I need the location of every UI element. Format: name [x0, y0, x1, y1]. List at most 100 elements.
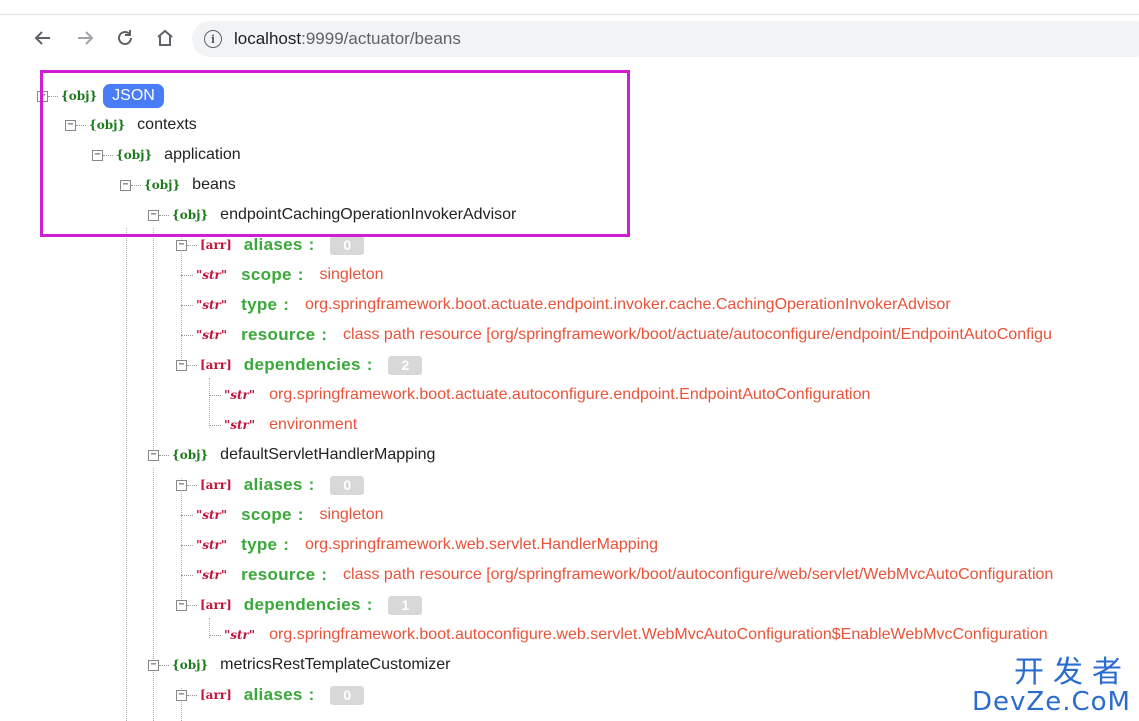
tree-connector — [48, 95, 58, 97]
colon: : — [366, 355, 373, 374]
value-scope: singleton — [319, 506, 384, 523]
type-tag-str: "str" — [224, 628, 256, 642]
collapse-toggle[interactable]: − — [176, 479, 187, 491]
tree-connector — [187, 364, 197, 366]
collapse-toggle[interactable]: − — [92, 149, 103, 161]
tree-row-scope: "str" scope: singleton — [181, 260, 383, 290]
collapse-toggle[interactable]: − — [65, 119, 76, 131]
array-count-badge: 0 — [330, 685, 365, 705]
tree-row-aliases: − [arr] aliases: 0 — [176, 680, 365, 710]
colon: : — [297, 265, 304, 284]
collapse-toggle[interactable]: − — [176, 689, 187, 701]
tree-connector — [181, 574, 193, 576]
tree-guide-line — [153, 468, 154, 721]
back-button[interactable] — [30, 25, 56, 51]
tree-row-aliases: − [arr] aliases: 0 — [176, 230, 365, 260]
tree-row-dependency: "str" org.springframework.boot.actuate.a… — [209, 380, 870, 410]
url-path: /actuator/beans — [343, 29, 461, 48]
tree-row-dependencies: − [arr] dependencies: 1 — [176, 590, 423, 620]
watermark-logo: 开发者 DevZe.CoM — [972, 655, 1131, 717]
address-bar[interactable]: i localhost:9999/actuator/beans — [192, 21, 1139, 57]
tree-row-aliases: − [arr] aliases: 0 — [176, 470, 365, 500]
type-tag-obj: {obj} — [61, 89, 98, 103]
array-count-badge: 1 — [388, 595, 423, 615]
value-type: org.springframework.boot.actuate.endpoin… — [304, 296, 951, 313]
type-tag-str: "str" — [196, 328, 228, 342]
watermark-en: DevZe.CoM — [972, 687, 1131, 717]
collapse-toggle[interactable]: − — [148, 449, 159, 461]
colon: : — [308, 235, 315, 254]
tree-row-scope: "str" scope: singleton — [181, 500, 383, 530]
home-button[interactable] — [152, 25, 178, 51]
type-tag-arr: [arr] — [200, 358, 232, 372]
tree-row-dependency: "str" org.springframework.boot.autoconfi… — [209, 620, 1048, 650]
value-dependency: org.springframework.boot.autoconfigure.w… — [269, 626, 1048, 643]
collapse-toggle[interactable]: − — [176, 239, 187, 251]
collapse-toggle[interactable]: − — [176, 599, 187, 611]
tree-row-resource: "str" resource: class path resource [org… — [181, 320, 1052, 350]
tree-connector — [159, 664, 169, 666]
type-tag-str: "str" — [196, 508, 228, 522]
tree-connector — [103, 154, 113, 156]
tree-connector — [187, 244, 197, 246]
tree-connector — [181, 514, 193, 516]
collapse-toggle[interactable]: − — [120, 179, 131, 191]
colon: : — [297, 505, 304, 524]
bean-name: defaultServletHandlerMapping — [220, 446, 436, 463]
type-tag-obj: {obj} — [172, 208, 209, 222]
key-aliases: aliases — [243, 685, 303, 704]
tree-connector — [187, 694, 197, 696]
collapse-toggle[interactable]: − — [176, 359, 187, 371]
value-resource: class path resource [org/springframework… — [343, 326, 1052, 343]
type-tag-obj: {obj} — [116, 148, 153, 162]
collapse-toggle[interactable]: − — [37, 90, 48, 102]
tree-row-root: − {obj} JSON — [37, 81, 164, 111]
type-tag-obj: {obj} — [172, 658, 209, 672]
colon: : — [308, 475, 315, 494]
tree-row-bean: − {obj} metricsRestTemplateCustomizer — [148, 650, 450, 680]
type-tag-str: "str" — [196, 538, 228, 552]
key-dependencies: dependencies — [243, 595, 361, 614]
tree-row-bean: − {obj} endpointCachingOperationInvokerA… — [148, 200, 516, 230]
array-count-badge: 2 — [388, 355, 423, 375]
colon: : — [321, 565, 328, 584]
tree-guide-line — [153, 228, 154, 453]
tree-connector — [209, 394, 221, 396]
json-tree-viewer: − {obj} JSON − {obj} contexts − {obj} ap… — [0, 78, 1139, 721]
key-contexts: contexts — [137, 116, 197, 133]
tree-connector — [181, 304, 193, 306]
type-tag-str: "str" — [196, 298, 228, 312]
arrow-left-icon — [34, 31, 50, 45]
tree-connector — [159, 214, 169, 216]
tree-row-dependencies: − [arr] dependencies: 2 — [176, 350, 423, 380]
key-beans: beans — [192, 176, 236, 193]
key-type: type — [241, 295, 278, 314]
forward-button[interactable] — [72, 25, 98, 51]
key-scope: scope — [241, 265, 292, 284]
browser-toolbar: i localhost:9999/actuator/beans — [0, 14, 1139, 62]
info-icon[interactable]: i — [204, 30, 222, 48]
tree-connector — [187, 484, 197, 486]
collapse-toggle[interactable]: − — [148, 659, 159, 671]
key-aliases: aliases — [243, 235, 303, 254]
colon: : — [283, 295, 289, 314]
value-dependency: org.springframework.boot.actuate.autocon… — [269, 386, 871, 403]
colon: : — [366, 595, 373, 614]
collapse-toggle[interactable]: − — [148, 209, 159, 221]
colon: : — [321, 325, 328, 344]
bean-name: metricsRestTemplateCustomizer — [220, 656, 451, 673]
arrow-right-icon — [78, 31, 94, 45]
type-tag-obj: {obj} — [144, 178, 181, 192]
tree-connector — [159, 454, 169, 456]
reload-button[interactable] — [112, 25, 138, 51]
type-tag-arr: [arr] — [200, 598, 232, 612]
value-type: org.springframework.web.servlet.HandlerM… — [304, 536, 658, 553]
tree-connector — [209, 424, 221, 426]
url-text[interactable]: localhost:9999/actuator/beans — [234, 29, 461, 49]
key-application: application — [164, 146, 241, 163]
key-aliases: aliases — [243, 475, 303, 494]
tree-connector — [181, 334, 193, 336]
url-host: localhost — [234, 29, 302, 48]
colon: : — [308, 685, 315, 704]
watermark-cn: 开发者 — [1014, 655, 1131, 690]
